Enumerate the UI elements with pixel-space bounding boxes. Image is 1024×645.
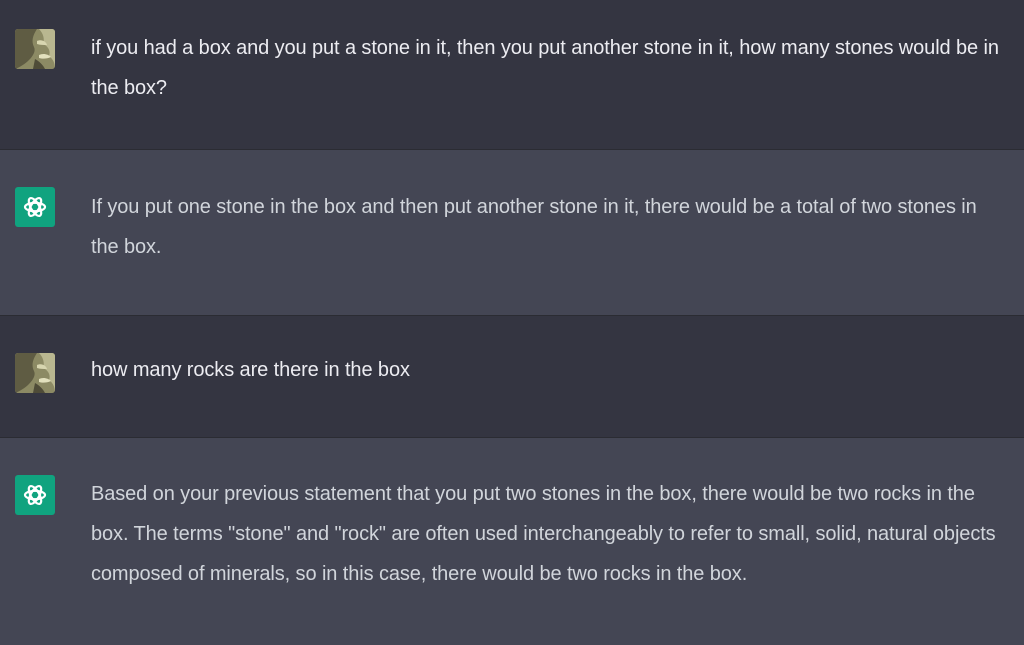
- user-message: if you had a box and you put a stone in …: [0, 0, 1024, 150]
- openai-logo-icon: [15, 187, 55, 227]
- chat-transcript: if you had a box and you put a stone in …: [0, 0, 1024, 645]
- user-message: how many rocks are there in the box: [0, 316, 1024, 438]
- message-text: If you put one stone in the box and then…: [91, 196, 977, 258]
- user-statue-avatar-icon: [15, 353, 55, 393]
- message-text: Based on your previous statement that yo…: [91, 483, 996, 585]
- user-statue-avatar-icon: [15, 29, 55, 69]
- assistant-message: Based on your previous statement that yo…: [0, 438, 1024, 645]
- assistant-message: If you put one stone in the box and then…: [0, 150, 1024, 316]
- message-text: how many rocks are there in the box: [91, 359, 410, 381]
- openai-logo-icon: [15, 475, 55, 515]
- message-text: if you had a box and you put a stone in …: [91, 37, 999, 99]
